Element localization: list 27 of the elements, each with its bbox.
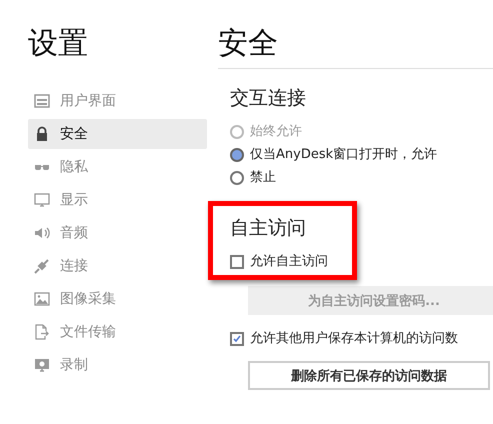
checkbox-option[interactable]: 允许自主访问 (230, 252, 328, 272)
section-title: 自主访问 (230, 216, 306, 241)
sidebar-item[interactable]: 隐私 (28, 152, 207, 182)
sidebar-item[interactable]: 图像采集 (28, 284, 207, 314)
section-title: 交互连接 (230, 86, 306, 111)
monitor-icon (34, 192, 50, 208)
checkbox-option[interactable]: 允许其他用户保存本计算机的访问数 (230, 329, 458, 349)
plug-icon (34, 258, 50, 274)
speaker-icon (34, 225, 50, 241)
radio-option[interactable]: 禁止 (230, 168, 276, 188)
delete-data-button[interactable]: 删除所有已保存的访问数据 (248, 361, 490, 390)
settings-title: 设置 (28, 25, 88, 63)
sidebar-item[interactable]: 连接 (28, 251, 207, 281)
sidebar-item[interactable]: 音频 (28, 218, 207, 248)
lock-icon (34, 126, 50, 142)
sidebar-item[interactable]: 录制 (28, 350, 207, 380)
file-export-icon (34, 324, 50, 340)
sidebar-item[interactable]: 文件传输 (28, 317, 207, 347)
check-icon (232, 334, 242, 344)
radio-option[interactable]: 仅当AnyDesk窗口打开时，允许 (230, 145, 438, 165)
sidebar-item[interactable]: 安全 (28, 119, 207, 149)
sidebar-item[interactable]: 用户界面 (28, 86, 207, 116)
sidebar-item[interactable]: 显示 (28, 185, 207, 215)
page-title: 安全 (218, 25, 278, 63)
window-icon (34, 93, 50, 109)
recording-icon (34, 357, 50, 373)
image-icon (34, 291, 50, 307)
